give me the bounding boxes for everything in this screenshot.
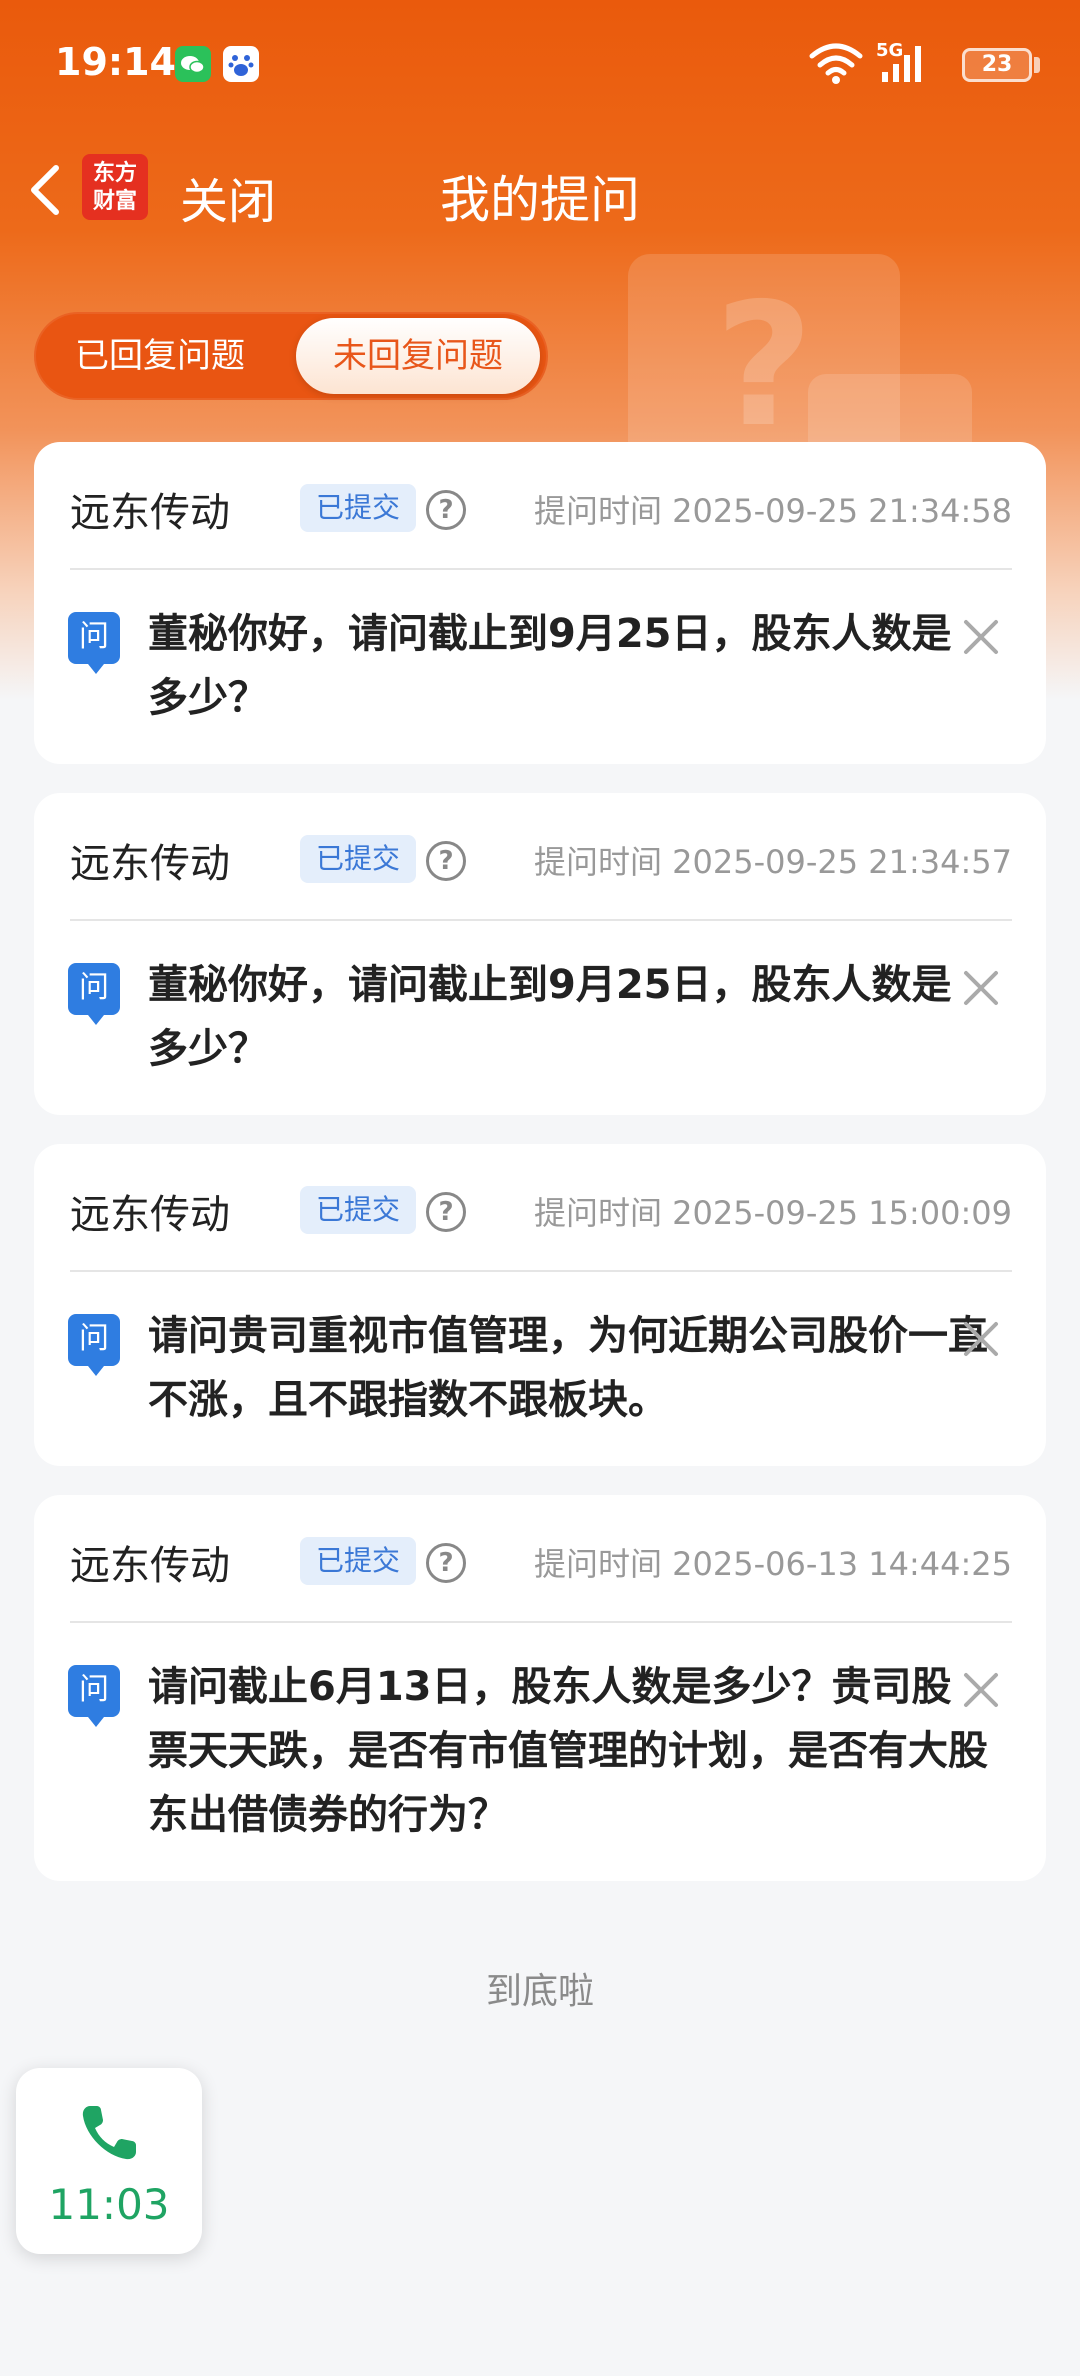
signal-icon [882,46,921,82]
svg-text:?: ? [715,267,814,465]
status-time: 19:14 [55,40,176,84]
ask-time: 提问时间 2025-09-25 21:34:58 [533,492,1012,530]
question-text: 董秘你好，请问截止到9月25日，股东人数是多少？ [148,611,952,721]
tab-unanswered[interactable]: 未回复问题 [296,318,540,394]
question-icon: 问 [68,1314,120,1376]
tab-answered[interactable]: 已回复问题 [40,318,280,394]
phone-icon [82,2106,136,2160]
question-card[interactable]: 远东传动 已提交 ? 提问时间 2025-06-13 14:44:25 问 请问… [34,1495,1046,1881]
ask-time: 提问时间 2025-09-25 21:34:57 [533,843,1012,881]
question-card[interactable]: 远东传动 已提交 ? 提问时间 2025-09-25 21:34:57 问 董秘… [34,793,1046,1115]
status-badge: 已提交 [300,835,417,883]
help-icon[interactable]: ? [426,1543,466,1583]
status-badge: 已提交 [300,484,417,532]
status-badge: 已提交 [300,1186,417,1234]
company-name: 远东传动 [70,490,230,536]
wifi-icon [809,43,863,84]
baidu-icon [223,46,259,82]
battery-cap [1034,57,1040,73]
card-header: 远东传动 已提交 ? 提问时间 2025-06-13 14:44:25 [70,1495,1012,1623]
battery-indicator: 23 [962,48,1032,82]
card-header: 远东传动 已提交 ? 提问时间 2025-09-25 21:34:58 [70,442,1012,570]
status-badge: 已提交 [300,1537,417,1585]
page-title: 我的提问 [440,171,640,229]
close-icon[interactable] [962,969,1000,1007]
nav-bar: 东方 财富 关闭 我的提问 [0,140,1080,240]
question-card[interactable]: 远东传动 已提交 ? 提问时间 2025-09-25 15:00:09 问 请问… [34,1144,1046,1466]
card-header: 远东传动 已提交 ? 提问时间 2025-09-25 15:00:09 [70,1144,1012,1272]
card-header: 远东传动 已提交 ? 提问时间 2025-09-25 21:34:57 [70,793,1012,921]
help-icon[interactable]: ? [426,841,466,881]
question-icon: 问 [68,963,120,1025]
close-icon[interactable] [962,1671,1000,1709]
call-widget[interactable]: 11:03 [16,2068,202,2254]
close-icon[interactable] [962,618,1000,656]
question-icon: 问 [68,1665,120,1727]
company-name: 远东传动 [70,841,230,887]
help-icon[interactable]: ? [426,1192,466,1232]
question-card[interactable]: 远东传动 已提交 ? 提问时间 2025-09-25 21:34:58 问 董秘… [34,442,1046,764]
question-text: 董秘你好，请问截止到9月25日，股东人数是多少？ [148,962,952,1072]
ask-time: 提问时间 2025-09-25 15:00:09 [533,1194,1012,1232]
ask-time: 提问时间 2025-06-13 14:44:25 [533,1545,1012,1583]
status-bar: 19:14 5G 23 [0,0,1080,126]
question-icon: 问 [68,612,120,674]
question-text: 请问贵司重视市值管理，为何近期公司股价一直不涨，且不跟指数不跟板块。 [148,1313,988,1423]
wechat-icon [175,46,211,82]
call-duration: 11:03 [48,2180,170,2229]
end-of-list-tip: 到底啦 [485,1971,594,2012]
company-name: 远东传动 [70,1192,230,1238]
company-name: 远东传动 [70,1543,230,1589]
question-tabs: 已回复问题 未回复问题 [34,312,548,400]
help-icon[interactable]: ? [426,490,466,530]
question-text: 请问截止6月13日，股东人数是多少？贵司股票天天跌，是否有市值管理的计划，是否有… [148,1664,988,1838]
close-icon[interactable] [962,1320,1000,1358]
